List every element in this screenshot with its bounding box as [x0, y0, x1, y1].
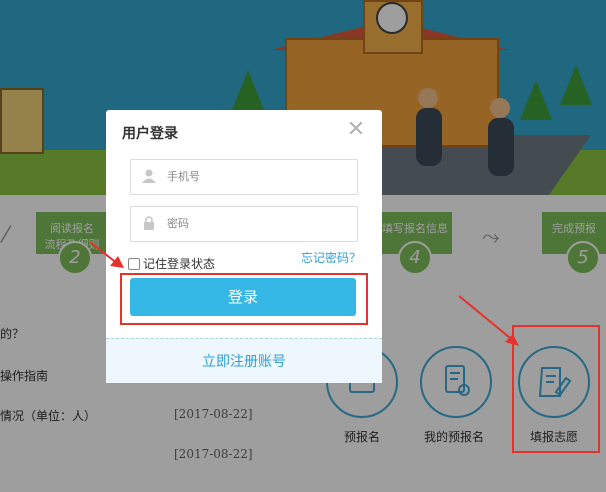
phone-field[interactable]: [130, 159, 358, 195]
remember-login[interactable]: 记住登录状态: [128, 255, 215, 272]
register-link[interactable]: 立即注册账号: [106, 351, 382, 371]
remember-label: 记住登录状态: [143, 257, 216, 271]
red-arrow-icon: [458, 295, 519, 346]
modal-title: 用户登录: [122, 126, 178, 142]
forgot-password-link[interactable]: 忘记密码？: [301, 249, 361, 266]
highlight-box: [512, 325, 600, 453]
red-arrow-icon: [89, 241, 124, 268]
password-input[interactable]: [167, 215, 347, 233]
phone-input[interactable]: [167, 168, 347, 186]
screen: 阅读报名 流程及细则 2 ⁄ 填写报名信息 4 ⤳ 完成预报 5 的？ 操作指南…: [0, 0, 606, 492]
user-icon: [142, 169, 156, 183]
register-bar: 立即注册账号: [106, 338, 382, 383]
password-field[interactable]: [130, 206, 358, 242]
close-icon[interactable]: ✕: [344, 118, 368, 142]
lock-icon: [144, 216, 154, 230]
remember-checkbox[interactable]: [128, 257, 140, 270]
highlight-box: [120, 273, 368, 325]
login-modal: 用户登录 ✕ 记住登录状态 忘记密码？ 登录 立即注册账号: [106, 110, 382, 383]
